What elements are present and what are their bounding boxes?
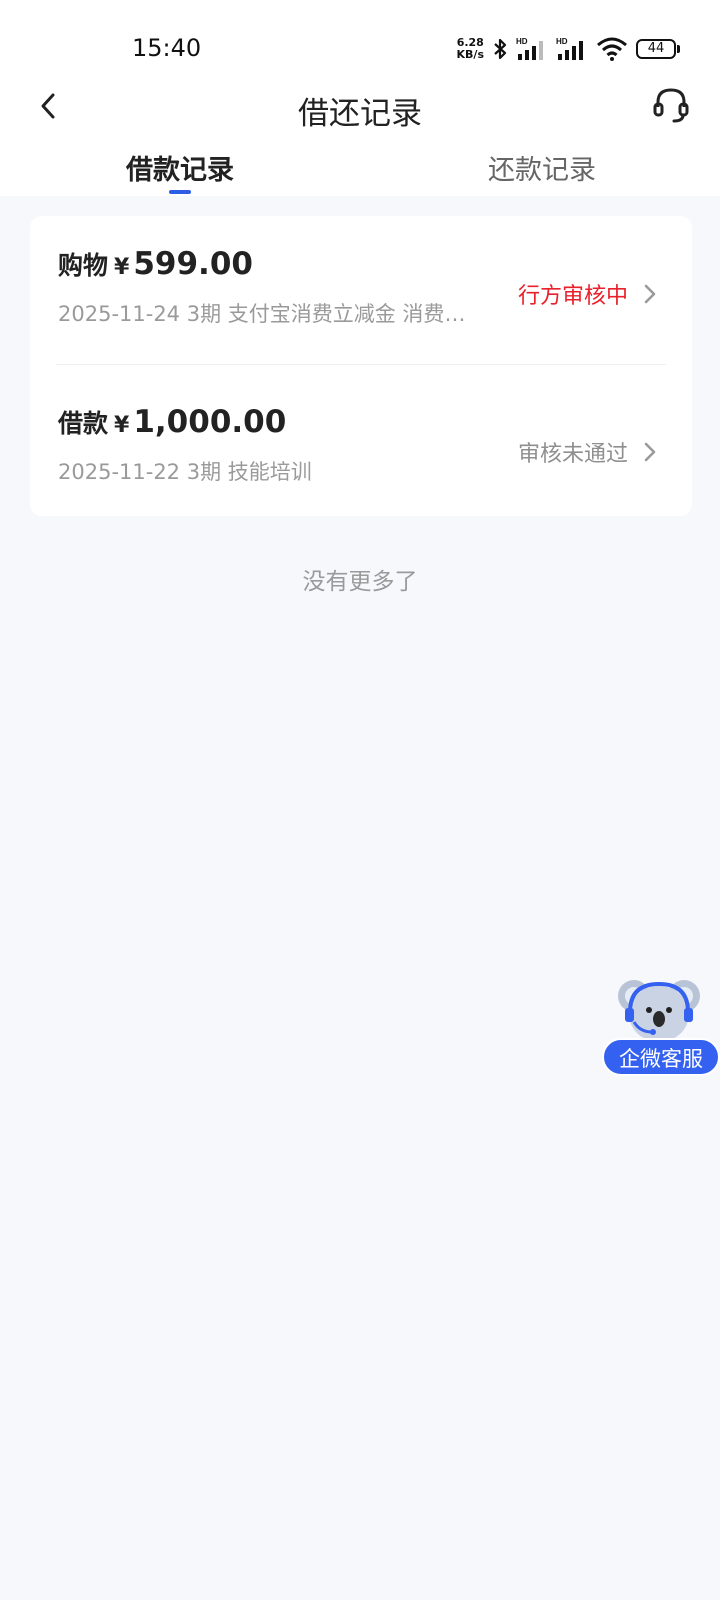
svg-text:HD: HD [516,37,528,46]
record-status: 审核未通过 [517,442,628,467]
battery-icon: 44 [636,39,680,59]
record-type: 购物 [58,251,109,280]
active-tab-indicator [169,190,191,194]
chevron-right-icon [642,440,658,464]
record-status: 行方审核中 [517,284,628,309]
records-card: 购物 ¥ 599.00 2025-11-24 3期 支付宝消费立减金 消费立减金… [30,216,692,516]
battery-cap [677,45,680,53]
record-title: 借款 ¥ 1,000.00 [58,404,286,440]
battery-level: 44 [636,39,676,59]
record-amount: 1,000.00 [133,404,287,440]
network-speed: 6.28 KB/s [457,37,484,61]
wecom-service-button[interactable]: 企微客服 [602,974,720,1078]
bluetooth-icon [492,37,508,61]
record-item[interactable]: 购物 ¥ 599.00 2025-11-24 3期 支付宝消费立减金 消费立减金… [30,226,692,366]
record-amount: 599.00 [133,246,253,282]
record-subtitle: 2025-11-24 3期 支付宝消费立减金 消费立减金 [58,302,478,326]
divider [56,364,666,365]
record-subtitle: 2025-11-22 3期 技能培训 [58,460,312,484]
page-title: 借还记录 [298,96,422,132]
wifi-icon [596,36,628,62]
chevron-right-icon [642,282,658,306]
headset-icon [652,85,690,129]
currency-symbol: ¥ [114,255,130,280]
customer-support-button[interactable] [648,84,694,130]
record-item[interactable]: 借款 ¥ 1,000.00 2025-11-22 3期 技能培训 审核未通过 [30,384,692,524]
no-more-text: 没有更多了 [302,569,418,595]
record-type: 借款 [58,409,109,438]
tab-repay-records[interactable]: 还款记录 [442,148,642,187]
status-icons: 6.28 KB/s HD HD 44 [457,34,680,64]
record-title: 购物 ¥ 599.00 [58,246,253,282]
koala-mascot-icon [614,974,704,1046]
record-tabs: 借款记录 还款记录 [0,148,720,196]
wecom-service-label: 企微客服 [602,1038,720,1076]
svg-text:HD: HD [556,37,568,46]
navigation-header: 借还记录 [0,78,720,138]
signal-hd-icon: HD [516,36,548,62]
signal-hd-icon: HD [556,36,588,62]
status-time: 15:40 [132,34,202,62]
network-speed-unit: KB/s [456,48,484,61]
tab-borrow-records[interactable]: 借款记录 [80,148,280,187]
currency-symbol: ¥ [114,413,130,438]
